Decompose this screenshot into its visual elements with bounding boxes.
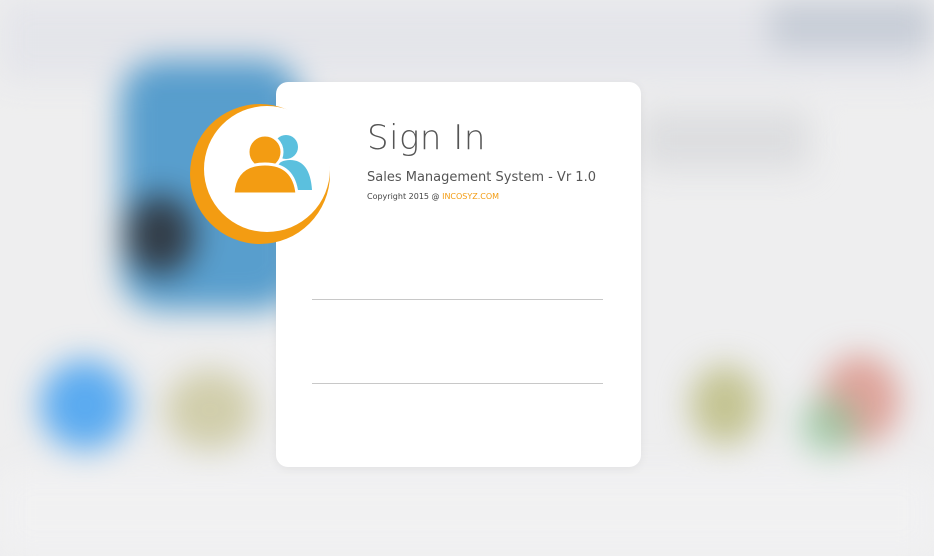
page-title: Sign In [367, 118, 486, 158]
users-icon [190, 104, 330, 244]
copyright-prefix: Copyright 2015 @ [367, 192, 443, 201]
copyright-text: Copyright 2015 @ INCOSYZ.COM [367, 192, 499, 201]
login-screen: Sign In Sales Management System - Vr 1.0… [0, 0, 934, 556]
username-field[interactable] [312, 262, 603, 300]
company-link[interactable]: INCOSYZ.COM [442, 192, 499, 201]
password-field[interactable] [312, 346, 603, 384]
app-subtitle: Sales Management System - Vr 1.0 [367, 170, 596, 185]
